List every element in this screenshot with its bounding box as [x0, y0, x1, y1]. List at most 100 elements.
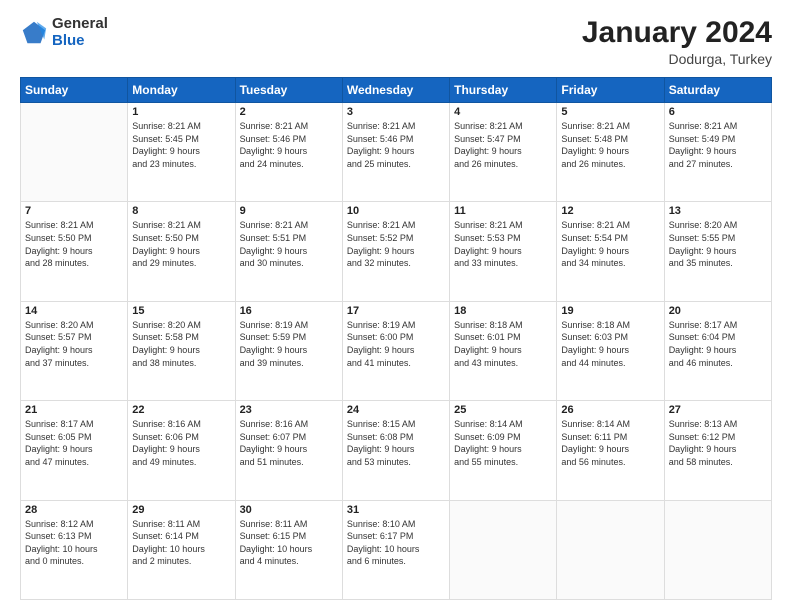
logo-general: General: [52, 16, 108, 33]
logo-icon: [20, 19, 48, 47]
calendar-cell: 26 Sunrise: 8:14 AM Sunset: 6:11 PM Dayli…: [557, 401, 664, 500]
day-info: Sunrise: 8:19 AM Sunset: 5:59 PM Dayligh…: [240, 319, 338, 369]
day-number: 26: [561, 404, 659, 416]
day-number: 3: [347, 106, 445, 118]
calendar-cell: 9Sunrise: 8:21 AM Sunset: 5:51 PM Daylig…: [235, 202, 342, 301]
month-title: January 2024: [582, 16, 772, 49]
title-block: January 2024 Dodurga, Turkey: [582, 16, 772, 67]
calendar-cell: 25Sunrise: 8:14 AM Sunset: 6:09 PM Dayli…: [450, 401, 557, 500]
calendar-cell: 20 Sunrise: 8:17 AM Sunset: 6:04 PM Dayli…: [664, 301, 771, 400]
day-info: Sunrise: 8:21 AM Sunset: 5:53 PM Dayligh…: [454, 219, 552, 269]
calendar-cell: 4 Sunrise: 8:21 AM Sunset: 5:47 PM Daylig…: [450, 103, 557, 202]
day-info: Sunrise: 8:12 AM Sunset: 6:13 PM Dayligh…: [25, 518, 123, 568]
page: General Blue January 2024 Dodurga, Turke…: [0, 0, 792, 612]
logo-text: General Blue: [52, 16, 108, 49]
day-info: Sunrise: 8:21 AM Sunset: 5:47 PM Dayligh…: [454, 120, 552, 170]
logo-blue: Blue: [52, 33, 108, 50]
day-info: Sunrise: 8:16 AM Sunset: 6:07 PM Dayligh…: [240, 418, 338, 468]
day-number: 11: [454, 205, 552, 217]
calendar-week-row: 1Sunrise: 8:21 AM Sunset: 5:45 PM Daylig…: [21, 103, 772, 202]
day-number: 13: [669, 205, 767, 217]
day-number: 30: [240, 504, 338, 516]
day-number: 29: [132, 504, 230, 516]
calendar-cell: 18Sunrise: 8:18 AM Sunset: 6:01 PM Dayli…: [450, 301, 557, 400]
day-number: 19: [561, 305, 659, 317]
calendar-cell: 13 Sunrise: 8:20 AM Sunset: 5:55 PM Dayli…: [664, 202, 771, 301]
day-number: 23: [240, 404, 338, 416]
calendar-cell: 12 Sunrise: 8:21 AM Sunset: 5:54 PM Dayli…: [557, 202, 664, 301]
calendar-cell: 27 Sunrise: 8:13 AM Sunset: 6:12 PM Dayli…: [664, 401, 771, 500]
day-info: Sunrise: 8:15 AM Sunset: 6:08 PM Dayligh…: [347, 418, 445, 468]
calendar-week-row: 14 Sunrise: 8:20 AM Sunset: 5:57 PM Dayli…: [21, 301, 772, 400]
calendar-cell: 24Sunrise: 8:15 AM Sunset: 6:08 PM Dayli…: [342, 401, 449, 500]
day-number: 16: [240, 305, 338, 317]
calendar-cell: 14 Sunrise: 8:20 AM Sunset: 5:57 PM Dayli…: [21, 301, 128, 400]
day-number: 2: [240, 106, 338, 118]
day-info: Sunrise: 8:17 AM Sunset: 6:04 PM Dayligh…: [669, 319, 767, 369]
calendar-header-row: Sunday Monday Tuesday Wednesday Thursday…: [21, 78, 772, 103]
day-info: Sunrise: 8:21 AM Sunset: 5:45 PM Dayligh…: [132, 120, 230, 170]
calendar-table: Sunday Monday Tuesday Wednesday Thursday…: [20, 77, 772, 600]
day-info: Sunrise: 8:10 AM Sunset: 6:17 PM Dayligh…: [347, 518, 445, 568]
day-info: Sunrise: 8:13 AM Sunset: 6:12 PM Dayligh…: [669, 418, 767, 468]
day-info: Sunrise: 8:21 AM Sunset: 5:46 PM Dayligh…: [240, 120, 338, 170]
day-number: 27: [669, 404, 767, 416]
location: Dodurga, Turkey: [582, 51, 772, 67]
calendar-cell: 19 Sunrise: 8:18 AM Sunset: 6:03 PM Dayli…: [557, 301, 664, 400]
calendar-cell: [21, 103, 128, 202]
day-info: Sunrise: 8:21 AM Sunset: 5:54 PM Dayligh…: [561, 219, 659, 269]
day-number: 7: [25, 205, 123, 217]
calendar-cell: 15Sunrise: 8:20 AM Sunset: 5:58 PM Dayli…: [128, 301, 235, 400]
day-number: 10: [347, 205, 445, 217]
day-number: 22: [132, 404, 230, 416]
calendar-cell: 6 Sunrise: 8:21 AM Sunset: 5:49 PM Daylig…: [664, 103, 771, 202]
col-tuesday: Tuesday: [235, 78, 342, 103]
calendar-cell: 7 Sunrise: 8:21 AM Sunset: 5:50 PM Daylig…: [21, 202, 128, 301]
day-number: 28: [25, 504, 123, 516]
col-friday: Friday: [557, 78, 664, 103]
day-info: Sunrise: 8:16 AM Sunset: 6:06 PM Dayligh…: [132, 418, 230, 468]
calendar-cell: [450, 500, 557, 599]
day-info: Sunrise: 8:21 AM Sunset: 5:50 PM Dayligh…: [132, 219, 230, 269]
day-number: 20: [669, 305, 767, 317]
calendar-week-row: 7 Sunrise: 8:21 AM Sunset: 5:50 PM Daylig…: [21, 202, 772, 301]
col-wednesday: Wednesday: [342, 78, 449, 103]
calendar-cell: 10Sunrise: 8:21 AM Sunset: 5:52 PM Dayli…: [342, 202, 449, 301]
calendar-cell: 3Sunrise: 8:21 AM Sunset: 5:46 PM Daylig…: [342, 103, 449, 202]
day-number: 12: [561, 205, 659, 217]
day-info: Sunrise: 8:14 AM Sunset: 6:09 PM Dayligh…: [454, 418, 552, 468]
calendar-cell: 8 Sunrise: 8:21 AM Sunset: 5:50 PM Daylig…: [128, 202, 235, 301]
calendar-cell: 17Sunrise: 8:19 AM Sunset: 6:00 PM Dayli…: [342, 301, 449, 400]
day-number: 4: [454, 106, 552, 118]
day-info: Sunrise: 8:18 AM Sunset: 6:03 PM Dayligh…: [561, 319, 659, 369]
day-info: Sunrise: 8:21 AM Sunset: 5:49 PM Dayligh…: [669, 120, 767, 170]
day-info: Sunrise: 8:20 AM Sunset: 5:57 PM Dayligh…: [25, 319, 123, 369]
calendar-cell: 16 Sunrise: 8:19 AM Sunset: 5:59 PM Dayli…: [235, 301, 342, 400]
col-thursday: Thursday: [450, 78, 557, 103]
day-info: Sunrise: 8:20 AM Sunset: 5:55 PM Dayligh…: [669, 219, 767, 269]
calendar-cell: 31Sunrise: 8:10 AM Sunset: 6:17 PM Dayli…: [342, 500, 449, 599]
logo: General Blue: [20, 16, 108, 49]
day-info: Sunrise: 8:11 AM Sunset: 6:14 PM Dayligh…: [132, 518, 230, 568]
col-saturday: Saturday: [664, 78, 771, 103]
calendar-cell: 22 Sunrise: 8:16 AM Sunset: 6:06 PM Dayli…: [128, 401, 235, 500]
calendar-week-row: 28 Sunrise: 8:12 AM Sunset: 6:13 PM Dayli…: [21, 500, 772, 599]
header: General Blue January 2024 Dodurga, Turke…: [20, 16, 772, 67]
day-number: 6: [669, 106, 767, 118]
day-info: Sunrise: 8:19 AM Sunset: 6:00 PM Dayligh…: [347, 319, 445, 369]
day-info: Sunrise: 8:11 AM Sunset: 6:15 PM Dayligh…: [240, 518, 338, 568]
calendar-cell: 11 Sunrise: 8:21 AM Sunset: 5:53 PM Dayli…: [450, 202, 557, 301]
calendar-cell: 21Sunrise: 8:17 AM Sunset: 6:05 PM Dayli…: [21, 401, 128, 500]
col-monday: Monday: [128, 78, 235, 103]
day-info: Sunrise: 8:21 AM Sunset: 5:50 PM Dayligh…: [25, 219, 123, 269]
day-number: 14: [25, 305, 123, 317]
calendar-cell: 28 Sunrise: 8:12 AM Sunset: 6:13 PM Dayli…: [21, 500, 128, 599]
day-info: Sunrise: 8:18 AM Sunset: 6:01 PM Dayligh…: [454, 319, 552, 369]
calendar-cell: 2 Sunrise: 8:21 AM Sunset: 5:46 PM Daylig…: [235, 103, 342, 202]
day-info: Sunrise: 8:20 AM Sunset: 5:58 PM Dayligh…: [132, 319, 230, 369]
calendar-cell: 1Sunrise: 8:21 AM Sunset: 5:45 PM Daylig…: [128, 103, 235, 202]
day-number: 8: [132, 205, 230, 217]
day-number: 5: [561, 106, 659, 118]
day-number: 9: [240, 205, 338, 217]
day-info: Sunrise: 8:14 AM Sunset: 6:11 PM Dayligh…: [561, 418, 659, 468]
